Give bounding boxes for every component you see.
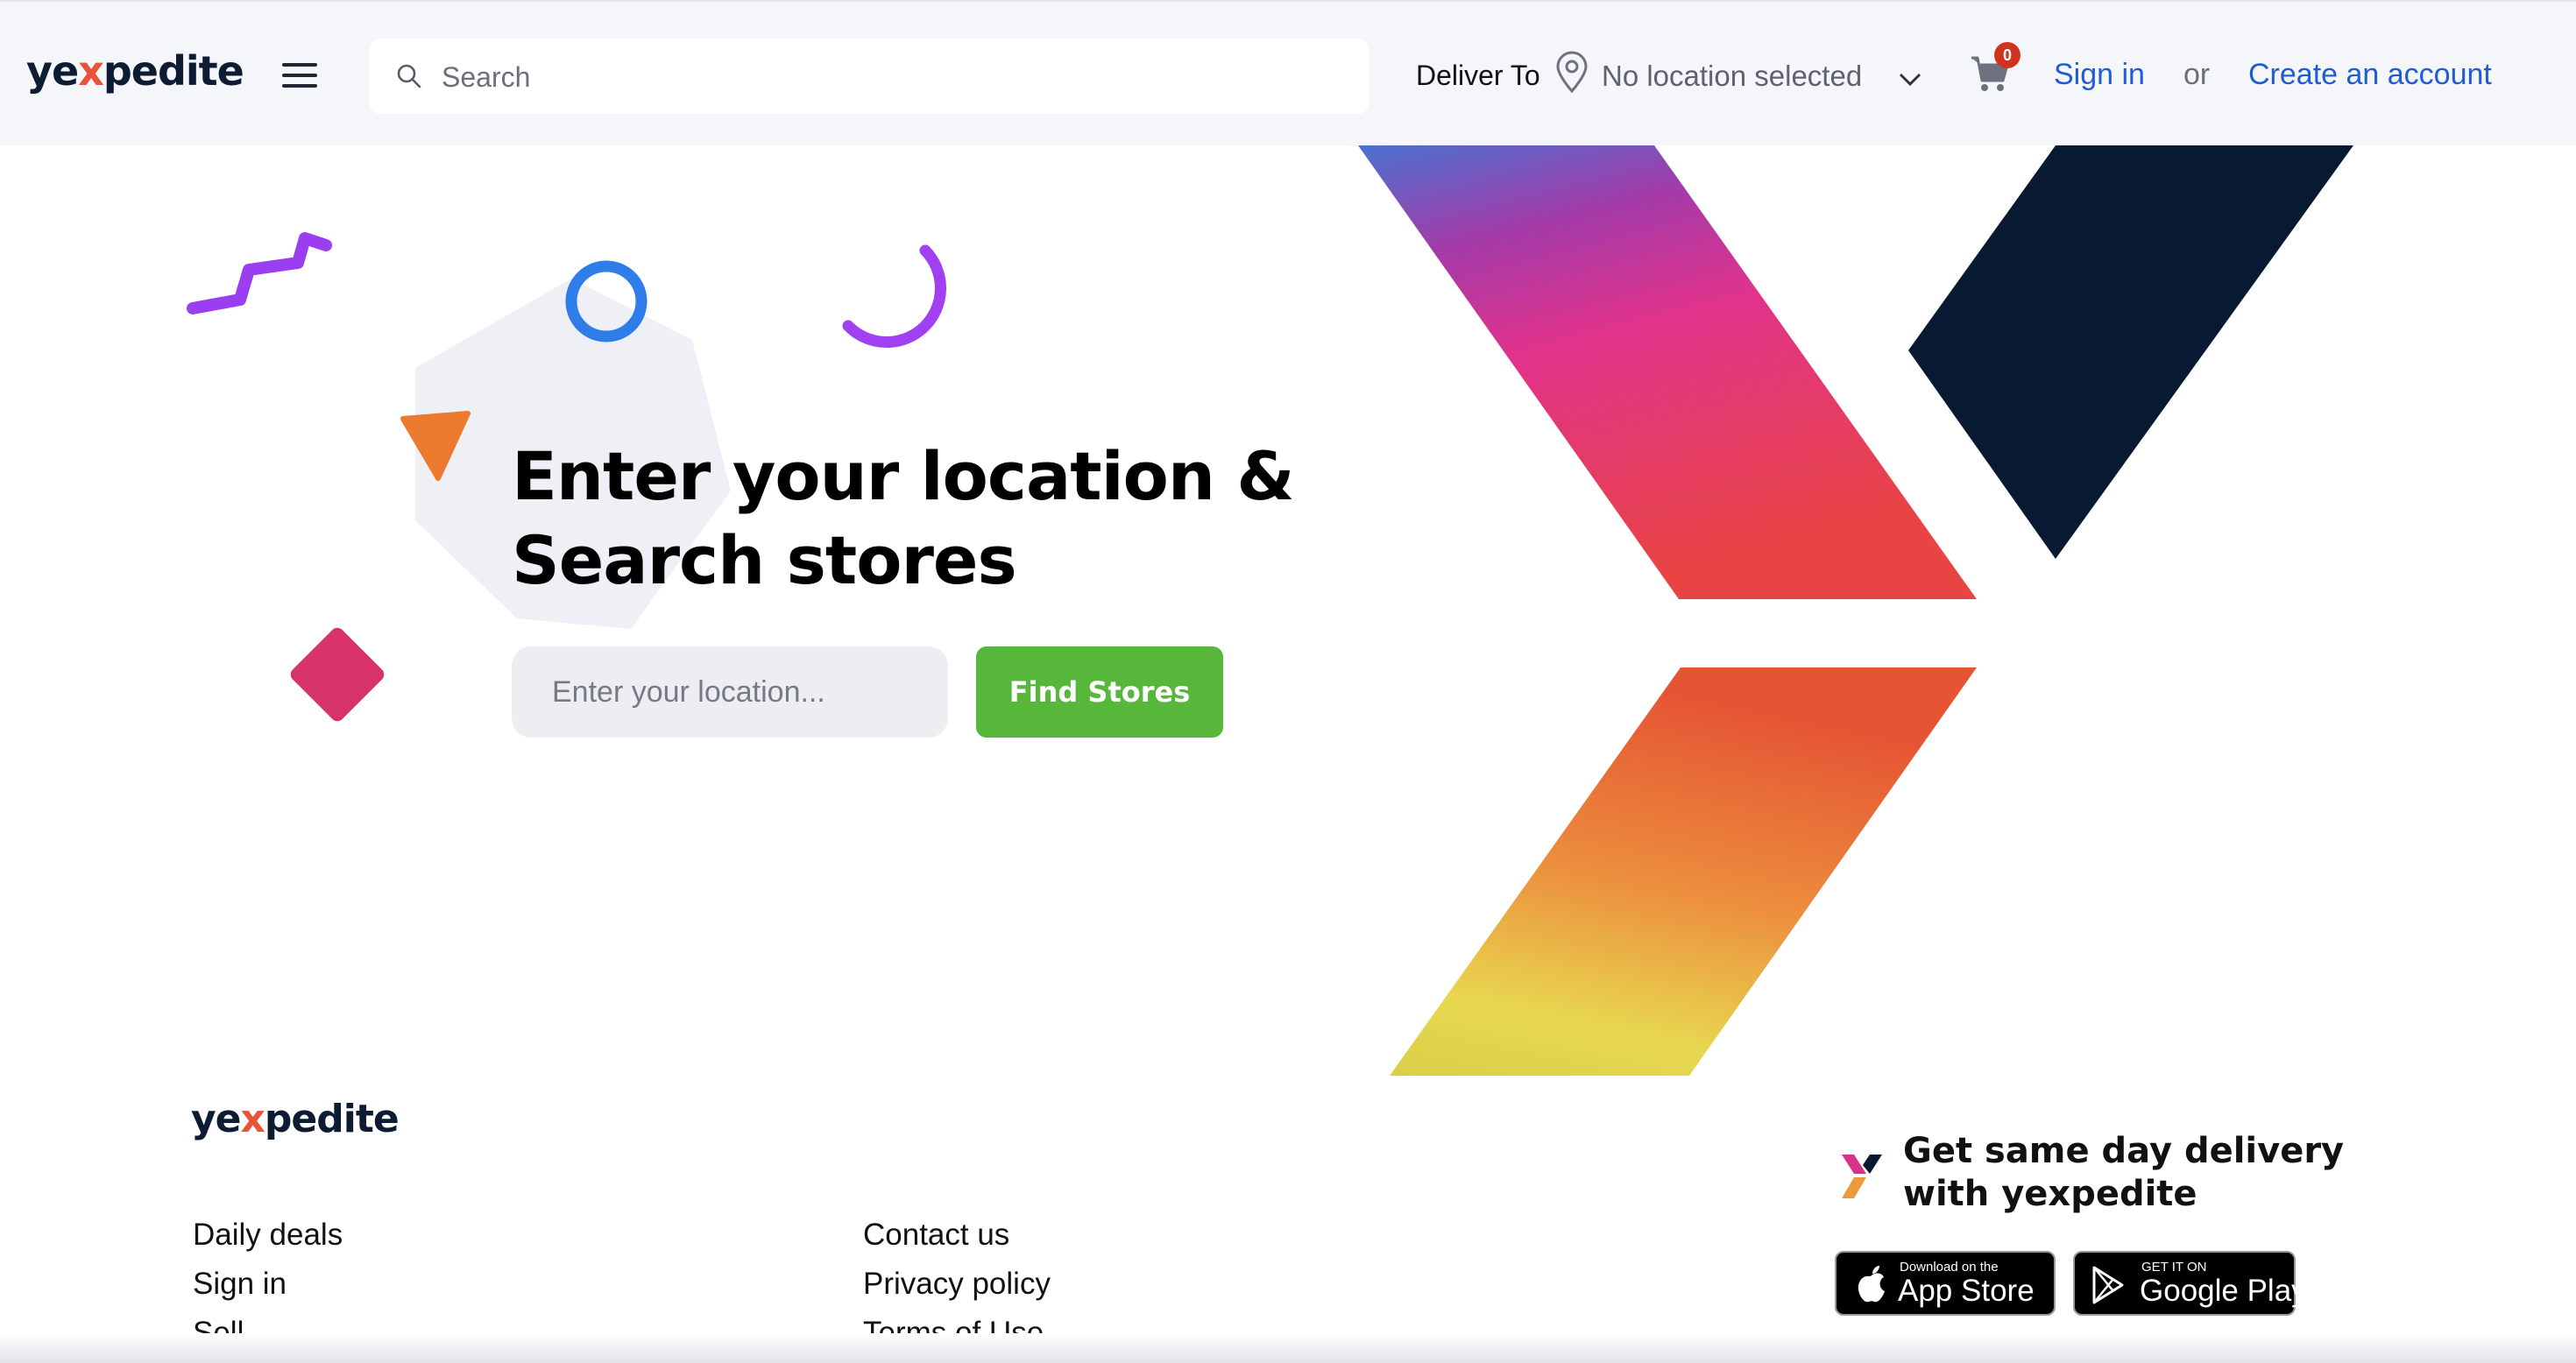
cart-button[interactable]: 0 <box>1970 42 2022 98</box>
app-store-small-text: Download on the <box>1900 1260 1999 1275</box>
footer-link-privacy-policy[interactable]: Privacy policy <box>863 1260 1051 1309</box>
location-selector[interactable]: No location selected <box>1554 51 1928 103</box>
google-play-badge[interactable]: GET IT ON Google Play <box>2073 1251 2307 1316</box>
app-store-badge[interactable]: Download on the App Store <box>1835 1251 2056 1316</box>
brand-y-graphic <box>1358 145 2353 1076</box>
arc-shape <box>842 244 946 348</box>
or-separator: or <box>2183 58 2211 91</box>
map-pin-icon <box>1556 51 1588 94</box>
app-store-big-text: App Store <box>1898 1274 2035 1308</box>
deliver-to-label: Deliver To <box>1416 60 1540 91</box>
brand-mark-icon <box>1842 1155 1882 1198</box>
location-input[interactable] <box>512 646 948 738</box>
footer-link-contact-us[interactable]: Contact us <box>863 1211 1051 1260</box>
y-right-stroke <box>1908 145 2353 559</box>
hero-title: Enter your location & Search stores <box>512 437 1295 599</box>
y-left-stroke <box>1358 145 1977 599</box>
app-promo-heading: Get same day delivery with yexpedite <box>1903 1131 2345 1214</box>
diamond-shape <box>290 627 385 722</box>
selected-location-text: No location selected <box>1602 60 1863 92</box>
sign-in-link[interactable]: Sign in <box>2054 58 2145 92</box>
play-store-icon <box>2092 1266 2124 1304</box>
apple-icon <box>1858 1266 1885 1303</box>
chevron-down-icon <box>1899 73 1921 87</box>
google-play-big-text: Google Play <box>2140 1274 2307 1308</box>
y-bottom-stroke <box>1390 667 1977 1076</box>
footer-link-sign-in[interactable]: Sign in <box>193 1260 343 1309</box>
footer-link-daily-deals[interactable]: Daily deals <box>193 1211 343 1260</box>
google-play-small-text: GET IT ON <box>2141 1260 2207 1275</box>
page-bottom-edge <box>0 1333 2576 1363</box>
footer-logo[interactable]: yexpedite <box>191 1097 400 1141</box>
find-stores-button[interactable]: Find Stores <box>976 646 1223 738</box>
cart-count-badge: 0 <box>1994 42 2020 68</box>
zigzag-shape <box>187 232 332 314</box>
create-account-link[interactable]: Create an account <box>2248 58 2492 92</box>
